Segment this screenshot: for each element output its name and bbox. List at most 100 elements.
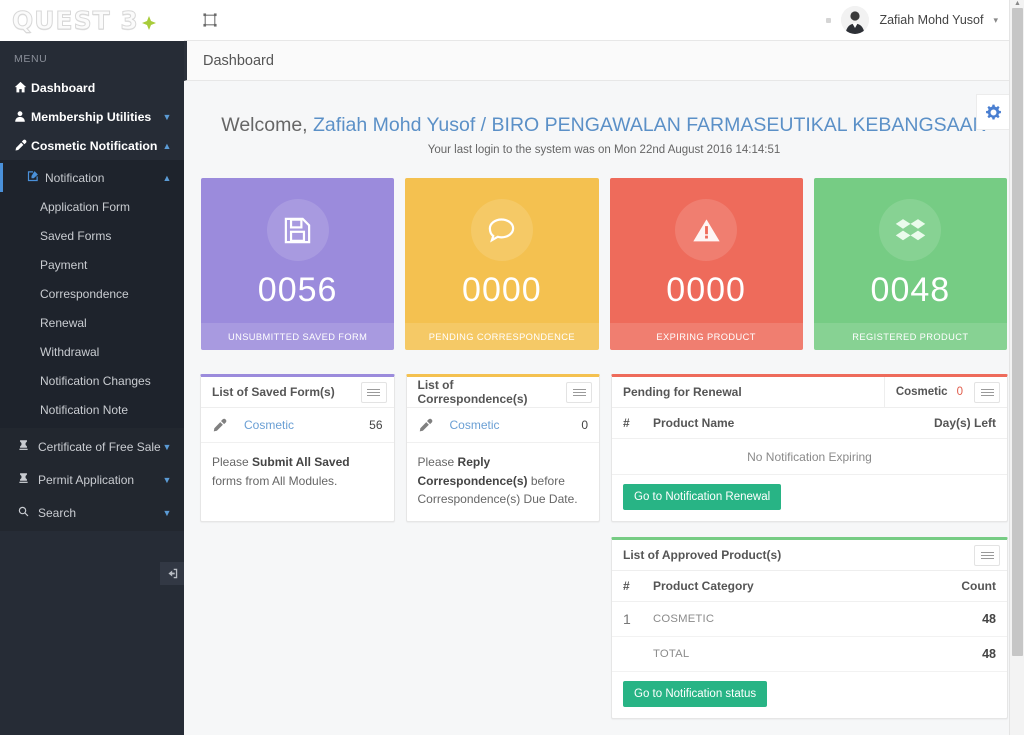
expand-screen-icon[interactable] (201, 11, 219, 29)
hamburger-icon[interactable] (974, 381, 1000, 403)
sidebar-item-label: Dashboard (31, 80, 96, 95)
pipette-icon (14, 139, 31, 152)
stat-value: 0000 (666, 271, 746, 309)
scroll-up-arrow-icon[interactable]: ▲ (1013, 0, 1022, 8)
sidebar-item-membership-utilities[interactable]: Membership Utilities ▼ (0, 102, 184, 131)
sidebar-item-renewal[interactable]: Renewal (0, 308, 184, 337)
logo-text: QUEST 3 (12, 6, 139, 36)
stat-label: PENDING CORRESPONDENCE (405, 323, 599, 350)
stat-card-pending-correspondence[interactable]: 0000 PENDING CORRESPONDENCE (405, 178, 599, 350)
stat-cards: 0056 UNSUBMITTED SAVED FORM 0000 PENDING… (200, 178, 1008, 350)
avatar[interactable] (841, 6, 870, 34)
list-item-label: Cosmetic (449, 418, 500, 432)
panel-footer: Go to Notification Renewal (612, 475, 1007, 521)
topbar-user-area: Zafiah Mohd Yusof ▾ (826, 6, 1024, 34)
sidebar-item-label: Cosmetic Notification (31, 138, 158, 153)
panel-approved-products: List of Approved Product(s) # Product Ca… (611, 537, 1008, 719)
panel-title: Pending for Renewal (623, 385, 742, 399)
page-title: Dashboard (203, 52, 274, 69)
panel-title: List of Approved Product(s) (623, 548, 782, 562)
scrollbar-thumb[interactable] (1012, 8, 1023, 656)
user-name[interactable]: Zafiah Mohd Yusof (879, 13, 983, 27)
panel-footer: Go to Notification status (612, 672, 1007, 718)
sidebar-item-dashboard[interactable]: Dashboard (0, 73, 184, 102)
sidebar-item-correspondence[interactable]: Correspondence (0, 279, 184, 308)
sidebar-item-certificate-of-free-sale[interactable]: Certificate of Free Sale ▼ (0, 430, 184, 463)
search-icon (18, 506, 38, 520)
column-hash: # (623, 416, 630, 430)
table-row: TOTAL 48 (612, 637, 1007, 672)
column-product-name: Product Name (653, 416, 735, 430)
panel-header: List of Approved Product(s) (612, 540, 1007, 571)
row-index: 1 (623, 611, 631, 627)
list-item[interactable]: Cosmetic 0 (406, 408, 599, 443)
column-count: Count (961, 579, 996, 593)
sidebar-item-notification-changes[interactable]: Notification Changes (0, 366, 184, 395)
collapse-sidebar-icon[interactable] (160, 562, 184, 585)
row-total-count: 48 (982, 647, 996, 661)
sidebar: QUEST 3 MENU Dashboard Membership Utilit… (0, 0, 184, 735)
main-area: Zafiah Mohd Yusof ▾ Dashboard Welcome, Z… (184, 0, 1024, 735)
sidebar-item-permit-application[interactable]: Permit Application ▼ (0, 463, 184, 496)
table-row: 1 COSMETIC 48 (612, 602, 1007, 637)
gear-icon[interactable] (976, 94, 1011, 130)
list-item-label: Cosmetic (244, 418, 295, 432)
go-to-notification-status-button[interactable]: Go to Notification status (623, 681, 768, 707)
status-badge: Cosmetic 0 (883, 377, 974, 407)
left-panels-column: List of Saved Form(s) Cosmetic 56 Please… (200, 374, 600, 522)
stat-value: 0056 (257, 271, 338, 309)
table-header: # Product Name Day(s) Left (612, 408, 1007, 439)
note-bold: Submit All Saved (252, 455, 350, 469)
chevron-icon (162, 83, 172, 93)
dashboard-content: Welcome, Zafiah Mohd Yusof / BIRO PENGAW… (184, 82, 1024, 735)
chevron-down-icon[interactable]: ▾ (993, 15, 998, 26)
hamburger-icon[interactable] (360, 381, 387, 403)
column-product-category: Product Category (653, 579, 754, 593)
panels-row: List of Saved Form(s) Cosmetic 56 Please… (200, 374, 1008, 719)
notification-sub-items: Application Form Saved Forms Payment Cor… (0, 192, 184, 424)
panel-title: List of Correspondence(s) (417, 378, 528, 406)
page-header: Dashboard (184, 41, 1024, 81)
panel-correspondence: List of Correspondence(s) Cosmetic 0 Ple… (405, 374, 600, 522)
list-item-count: 0 (581, 418, 588, 432)
stat-card-unsubmitted-saved-form[interactable]: 0056 UNSUBMITTED SAVED FORM (201, 178, 395, 350)
sidebar-item-saved-forms[interactable]: Saved Forms (0, 221, 184, 250)
dashboard-app: QUEST 3 MENU Dashboard Membership Utilit… (0, 0, 1024, 735)
sidebar-item-withdrawal[interactable]: Withdrawal (0, 337, 184, 366)
sidebar-item-payment[interactable]: Payment (0, 250, 184, 279)
sidebar-item-cosmetic-notification[interactable]: Cosmetic Notification ▲ (0, 131, 184, 160)
badge-label: Cosmetic (895, 386, 948, 398)
column-hash: # (623, 579, 630, 593)
row-category: COSMETIC (653, 613, 715, 625)
sidebar-item-notification[interactable]: Notification ▲ (0, 163, 184, 192)
stat-card-registered-product[interactable]: 0048 REGISTERED PRODUCT (813, 178, 1007, 350)
welcome-title: Welcome, Zafiah Mohd Yusof / BIRO PENGAW… (200, 114, 1008, 137)
right-panels-column: Pending for Renewal Cosmetic 0 # Product… (611, 374, 1008, 719)
floppy-save-icon (266, 199, 329, 261)
sidebar-item-application-form[interactable]: Application Form (0, 192, 184, 221)
sidebar-item-label: Notification (45, 170, 105, 185)
notification-dot-icon (826, 17, 832, 23)
page-scrollbar[interactable]: ▲ (1009, 0, 1024, 735)
brand-logo[interactable]: QUEST 3 (0, 0, 184, 41)
home-icon (14, 81, 31, 94)
panel-note: Please Reply Correspondence(s) before Co… (407, 443, 600, 521)
stat-value: 0048 (870, 271, 951, 309)
list-item[interactable]: Cosmetic 56 (201, 408, 394, 443)
notification-submenu: Notification ▲ Application Form Saved Fo… (0, 160, 184, 428)
sidebar-item-notification-note[interactable]: Notification Note (0, 395, 184, 424)
hamburger-icon[interactable] (566, 381, 592, 403)
stat-card-expiring-product[interactable]: 0000 EXPIRING PRODUCT (609, 178, 803, 350)
badge-count: 0 (956, 386, 963, 398)
sidebar-item-search[interactable]: Search ▼ (0, 496, 184, 529)
dropbox-box-icon (879, 199, 942, 261)
chevron-down-icon: ▼ (162, 507, 172, 518)
welcome-highlight: Zafiah Mohd Yusof / BIRO PENGAWALAN FARM… (313, 114, 987, 136)
stat-label: UNSUBMITTED SAVED FORM (201, 323, 395, 350)
panel-header: List of Saved Form(s) (201, 377, 394, 408)
go-to-notification-renewal-button[interactable]: Go to Notification Renewal (623, 484, 782, 510)
hamburger-icon[interactable] (974, 544, 1000, 566)
menu-label: MENU (14, 53, 48, 65)
chevron-down-icon: ▼ (162, 441, 172, 452)
panel-header: List of Correspondence(s) (406, 377, 599, 408)
